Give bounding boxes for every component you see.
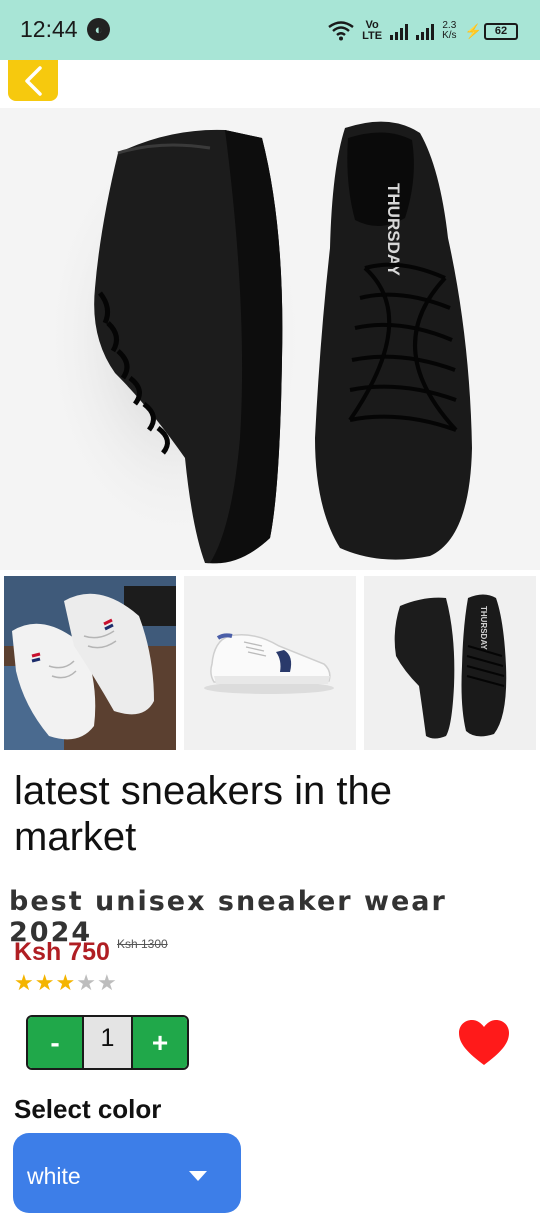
product-old-price: Ksh 1300 [117,937,168,951]
star-filled-icon: ★ [14,970,34,995]
quantity-stepper: - 1 + [26,1015,189,1070]
white-sneaker-image [184,576,356,750]
status-time: 12:44 [20,16,78,42]
thumbnail-black-sneakers[interactable]: THURSDAY [364,576,536,750]
network-speed-unit: K/s [442,30,457,41]
heart-icon[interactable] [458,1019,510,1067]
thumbnail-white-sneakers-denim[interactable] [4,576,176,750]
product-price: Ksh 750 [14,938,110,966]
battery-icon: 62 [484,22,518,40]
wifi-icon [328,21,354,41]
color-select-dropdown[interactable]: white [13,1133,241,1213]
thumbnail-strip: THURSDAY [0,576,540,750]
network-type: Vo LTE [362,20,382,42]
black-sneakers-thumb-image: THURSDAY [364,576,536,750]
status-bar: 12:44 ◐ Vo LTE 2.3 K/s ⚡ 62 [0,0,540,60]
app-notification-icon: ◐ [87,18,110,41]
decrease-quantity-button[interactable]: - [28,1017,82,1068]
star-empty-icon: ★ [96,970,117,995]
increase-quantity-button[interactable]: + [133,1017,187,1068]
thumbnail-white-sneaker[interactable] [184,576,356,750]
thumb-brand-text: THURSDAY [479,606,488,650]
product-title: latest sneakers in the market [14,769,392,859]
hero-brand-text: THURSDAY [384,183,403,277]
star-filled-icon: ★ [55,970,76,995]
product-main-image[interactable]: THURSDAY [0,108,540,570]
chevron-left-icon [25,65,42,96]
color-select-value: white [27,1163,81,1189]
caret-down-icon [189,1171,207,1181]
black-sneakers-illustration: THURSDAY [40,121,472,564]
network-speed: 2.3 K/s [442,21,456,41]
battery: ⚡ 62 [464,22,518,40]
white-sneakers-image [4,576,176,750]
rating-stars: ★ ★ ★ ★ ★ [14,970,117,996]
charging-icon: ⚡ [464,22,482,39]
signal-icon-1 [390,22,409,40]
star-filled-icon: ★ [34,970,55,995]
battery-level: 62 [494,24,508,37]
select-color-label: Select color [14,1094,162,1124]
signal-icon-2 [416,22,435,40]
quantity-value: 1 [82,1017,133,1068]
status-indicators: Vo LTE 2.3 K/s ⚡ 62 [328,17,518,45]
star-empty-icon: ★ [76,970,96,995]
network-type-bottom: LTE [362,30,383,42]
back-button[interactable] [8,60,58,101]
